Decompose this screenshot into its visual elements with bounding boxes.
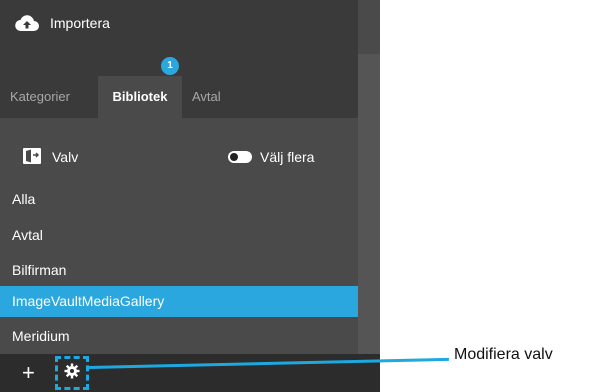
panel-header: Importera [0,0,358,54]
import-label: Importera [50,15,110,31]
vault-label: Valv [52,149,79,165]
toggle-switch[interactable] [228,151,252,163]
vault-item-bilfirman[interactable]: Bilfirman [0,255,358,286]
modify-vault-button[interactable] [55,356,89,390]
tab-bar: Kategorier Bibliotek Avtal [0,54,358,118]
vault-content: Valv Välj flera Alla Avtal Bilfirman Ima… [0,118,358,354]
library-panel: Importera Kategorier Bibliotek Avtal 1 V… [0,0,380,392]
scrollbar-track[interactable] [358,54,380,354]
vault-header: Valv [22,145,78,169]
tab-bibliotek[interactable]: Bibliotek [98,76,182,118]
toggle-label: Välj flera [260,149,315,165]
vault-item-meridium[interactable]: Meridium [0,321,358,352]
vault-item-avtal[interactable]: Avtal [0,220,358,251]
tab-avtal[interactable]: Avtal [192,76,221,118]
select-multiple-toggle[interactable]: Välj flera [228,145,314,169]
callout-label: Modifiera valv [454,346,553,363]
vault-item-alla[interactable]: Alla [0,184,358,215]
add-vault-button[interactable]: + [22,362,35,384]
notification-badge: 1 [161,57,179,75]
gear-icon [64,363,80,384]
vault-item-imagevaultmediagallery[interactable]: ImageVaultMediaGallery [0,286,358,317]
tab-kategorier[interactable]: Kategorier [10,76,70,118]
vault-icon [22,147,42,168]
import-button[interactable]: Importera [14,10,110,36]
cloud-upload-icon [14,14,40,32]
